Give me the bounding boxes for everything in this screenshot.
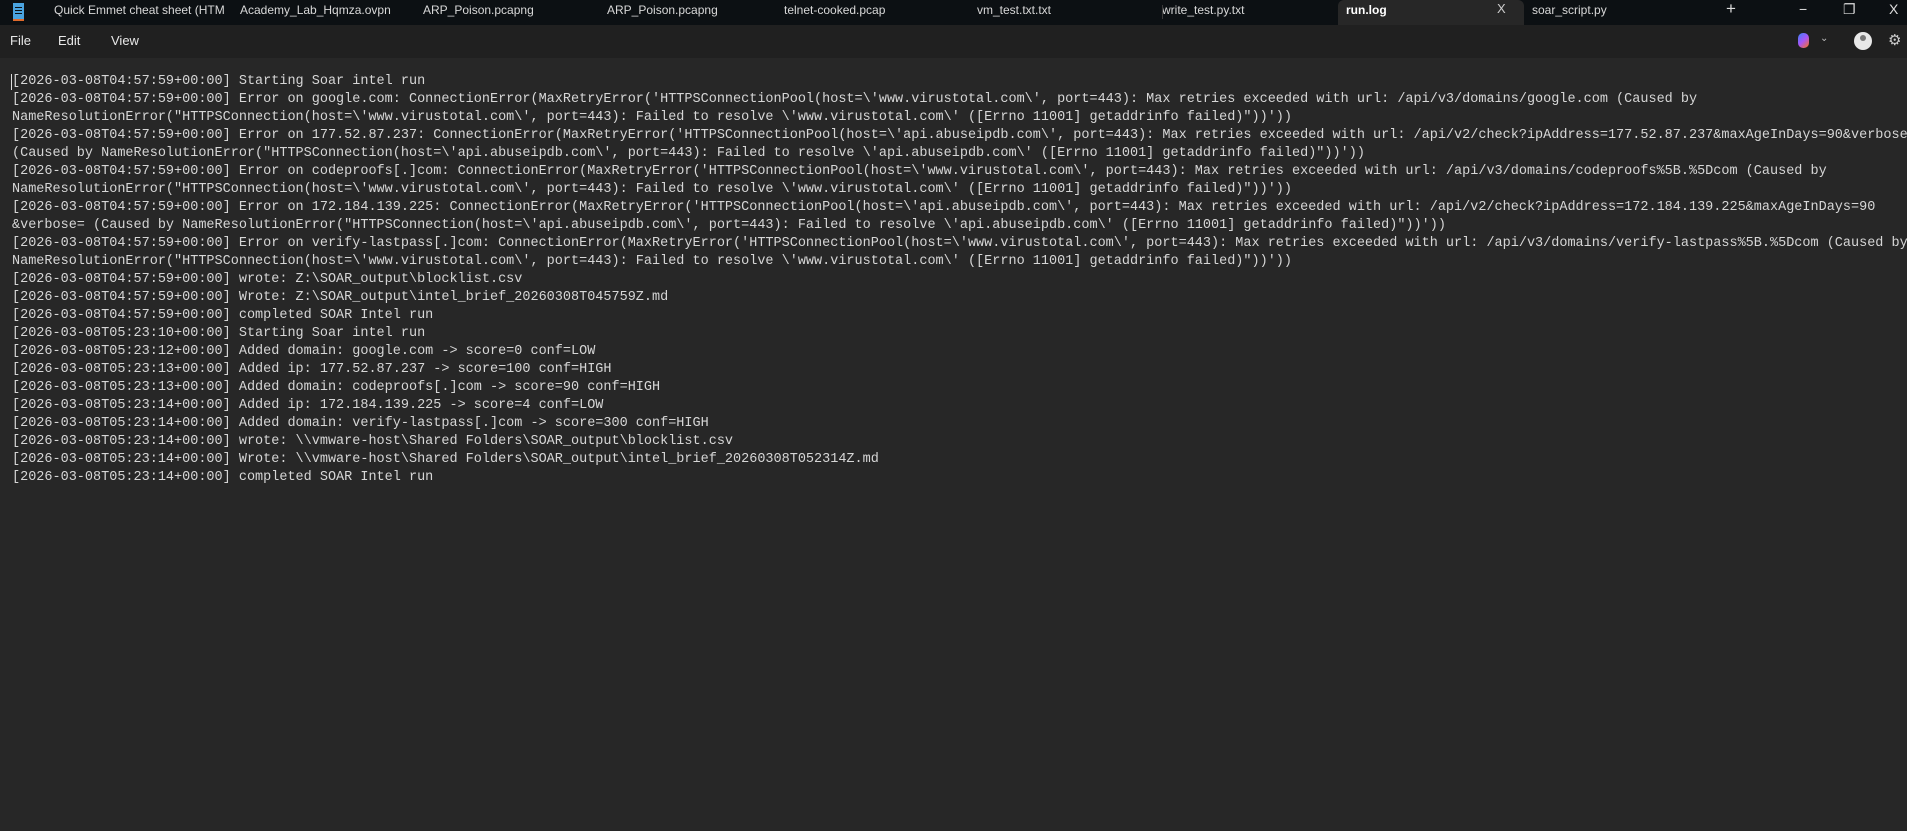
- minimize-button[interactable]: −: [1799, 0, 1807, 18]
- copilot-icon[interactable]: [1798, 33, 1809, 48]
- close-tab-icon[interactable]: X: [1497, 1, 1506, 16]
- log-line: NameResolutionError("HTTPSConnection(hos…: [12, 254, 1293, 269]
- log-line: [2026-03-08T04:57:59+00:00] wrote: Z:\SO…: [12, 272, 523, 287]
- log-line: [2026-03-08T04:57:59+00:00] Starting Soa…: [12, 74, 426, 89]
- log-line: [2026-03-08T05:23:14+00:00] completed SO…: [12, 470, 434, 485]
- tab-arp-poison-2[interactable]: ARP_Poison.pcapng: [607, 0, 777, 25]
- tab-vm-test[interactable]: vm_test.txt.txt: [977, 0, 1147, 25]
- log-line: [2026-03-08T04:57:59+00:00] Error on cod…: [12, 164, 1827, 179]
- log-line: [2026-03-08T05:23:13+00:00] Added ip: 17…: [12, 362, 612, 377]
- tab-label: run.log: [1346, 3, 1387, 17]
- tab-label: ARP_Poison.pcapng: [607, 3, 718, 17]
- account-avatar[interactable]: [1854, 32, 1872, 50]
- menu-edit[interactable]: Edit: [58, 33, 80, 48]
- log-line: [2026-03-08T04:57:59+00:00] Wrote: Z:\SO…: [12, 290, 669, 305]
- menu-view[interactable]: View: [111, 33, 139, 48]
- tab-quick-emmet[interactable]: Quick Emmet cheat sheet (HTM: [54, 0, 224, 25]
- menu-file[interactable]: File: [10, 33, 31, 48]
- log-line: &verbose= (Caused by NameResolutionError…: [12, 218, 1446, 233]
- text-editor[interactable]: [2026-03-08T04:57:59+00:00] Starting Soa…: [0, 58, 1907, 831]
- log-line: [2026-03-08T04:57:59+00:00] Error on 172…: [12, 200, 1876, 215]
- log-line: [2026-03-08T05:23:12+00:00] Added domain…: [12, 344, 596, 359]
- tab-arp-poison-1[interactable]: ARP_Poison.pcapng: [423, 0, 598, 25]
- log-line: [2026-03-08T05:23:14+00:00] Added ip: 17…: [12, 398, 604, 413]
- chevron-down-icon[interactable]: ⌄: [1820, 33, 1828, 44]
- tab-telnet-cooked[interactable]: telnet-cooked.pcap: [784, 0, 964, 25]
- tab-write-test[interactable]: write_test.py.txt: [1162, 0, 1332, 25]
- log-line: [2026-03-08T05:23:13+00:00] Added domain…: [12, 380, 661, 395]
- log-line: [2026-03-08T05:23:10+00:00] Starting Soa…: [12, 326, 426, 341]
- close-window-button[interactable]: X: [1889, 0, 1898, 18]
- tab-bar: Quick Emmet cheat sheet (HTM Academy_Lab…: [0, 0, 1907, 25]
- log-line: [2026-03-08T04:57:59+00:00] Error on 177…: [12, 128, 1907, 143]
- tab-label: soar_script.py: [1532, 3, 1607, 17]
- log-line: [2026-03-08T04:57:59+00:00] Error on ver…: [12, 236, 1907, 251]
- tab-label: write_test.py.txt: [1162, 3, 1245, 17]
- log-line: NameResolutionError("HTTPSConnection(hos…: [12, 182, 1293, 197]
- log-line: [2026-03-08T05:23:14+00:00] wrote: \\vmw…: [12, 434, 734, 449]
- log-content: [2026-03-08T04:57:59+00:00] Starting Soa…: [12, 73, 1907, 487]
- log-line: [2026-03-08T04:57:59+00:00] Error on goo…: [12, 92, 1698, 107]
- log-line: (Caused by NameResolutionError("HTTPSCon…: [12, 146, 1365, 161]
- tab-label: Academy_Lab_Hqmza.ovpn: [240, 3, 391, 17]
- log-line: [2026-03-08T05:23:14+00:00] Added domain…: [12, 416, 709, 431]
- restore-button[interactable]: ❐: [1843, 0, 1856, 18]
- log-line: [2026-03-08T05:23:14+00:00] Wrote: \\vmw…: [12, 452, 879, 467]
- tab-label: vm_test.txt.txt: [977, 3, 1052, 17]
- log-line: [2026-03-08T04:57:59+00:00] completed SO…: [12, 308, 434, 323]
- tab-label: Quick Emmet cheat sheet (HTM: [54, 3, 224, 17]
- tab-soar-script[interactable]: soar_script.py: [1532, 0, 1712, 25]
- menu-bar: File Edit View ⌄ ⚙: [0, 25, 1907, 58]
- settings-gear-icon[interactable]: ⚙: [1888, 31, 1901, 49]
- notepad-app-icon: [13, 3, 24, 21]
- tab-label: telnet-cooked.pcap: [784, 3, 886, 17]
- tab-academy-lab[interactable]: Academy_Lab_Hqmza.ovpn: [240, 0, 415, 25]
- new-tab-button[interactable]: +: [1726, 0, 1736, 18]
- log-line: NameResolutionError("HTTPSConnection(hos…: [12, 110, 1293, 125]
- tab-label: ARP_Poison.pcapng: [423, 3, 534, 17]
